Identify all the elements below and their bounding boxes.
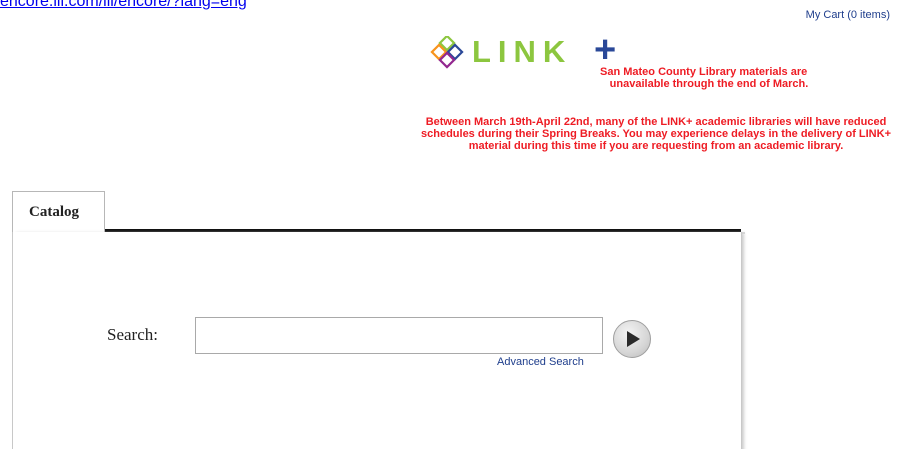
logo-wordmark: LINK: [472, 34, 573, 69]
spring-break-notice: Between March 19th-April 22nd, many of t…: [421, 116, 891, 152]
tab-catalog[interactable]: Catalog: [12, 191, 105, 232]
search-go-button[interactable]: [613, 320, 651, 358]
link-plus-flower-icon: [430, 36, 464, 69]
top-url-link[interactable]: encore.iii.com/iii/encore/?lang=eng: [0, 0, 247, 11]
closure-notice-line-1: San Mateo County Library materials are: [600, 66, 808, 78]
closure-notice-line-2: unavailable through the end of March.: [609, 78, 809, 90]
advanced-search-link[interactable]: Advanced Search: [497, 356, 584, 368]
play-arrow-icon: [627, 331, 640, 347]
search-input[interactable]: [195, 317, 603, 354]
closure-notice: San Mateo County Library materials are u…: [520, 66, 898, 90]
logo-plus-sign: +: [594, 29, 617, 71]
search-label: Search:: [107, 325, 158, 344]
my-cart-link[interactable]: My Cart (0 items): [806, 9, 890, 21]
page: encore.iii.com/iii/encore/?lang=eng My C…: [0, 0, 900, 449]
tab-catalog-label: Catalog: [29, 204, 79, 220]
